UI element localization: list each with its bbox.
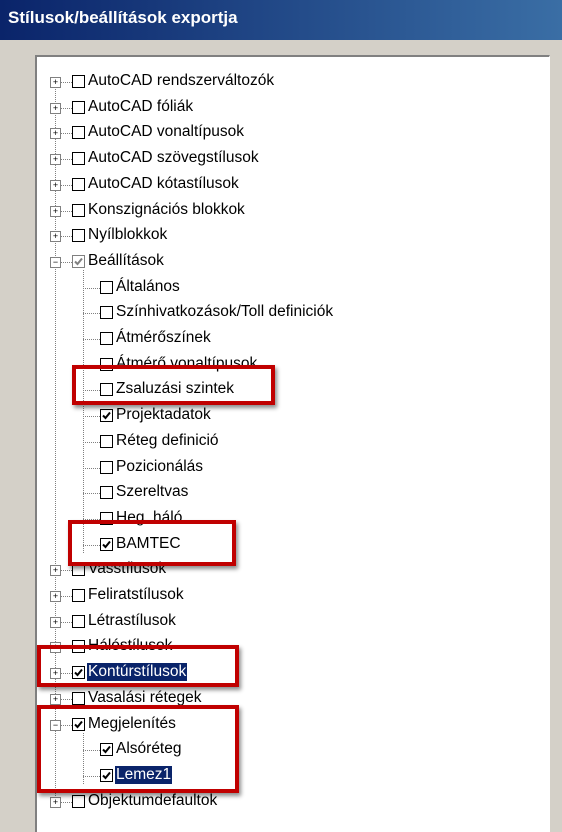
- tree-item-label: Réteg definició: [116, 431, 219, 449]
- checkbox[interactable]: [72, 203, 85, 217]
- tree-item-label: Projektadatok: [116, 406, 211, 424]
- checkbox-checked[interactable]: [100, 409, 113, 423]
- checkbox[interactable]: [100, 280, 113, 294]
- checkbox[interactable]: [100, 460, 113, 474]
- tree-line: [83, 416, 100, 418]
- expand-icon[interactable]: +: [50, 693, 61, 705]
- highlight-box: [72, 365, 275, 405]
- expand-icon[interactable]: +: [50, 179, 61, 191]
- tree-line: [83, 339, 100, 340]
- expand-icon[interactable]: +: [50, 77, 61, 88]
- checkbox-checked[interactable]: [72, 254, 85, 268]
- tree-item-label: Objektumdefaultok: [88, 791, 218, 809]
- collapse-icon[interactable]: −: [50, 256, 61, 268]
- tree-item-label: Szereltvas: [116, 483, 189, 501]
- checkbox[interactable]: [100, 332, 113, 345]
- checkbox[interactable]: [72, 691, 85, 705]
- tree-item-label: Konszignációs blokkok: [88, 200, 245, 218]
- expand-icon[interactable]: +: [50, 796, 61, 808]
- highlight-box: [37, 705, 239, 793]
- tree-item-label: Beállítások: [88, 251, 164, 269]
- tree-item-label: Feliratstílusok: [88, 586, 184, 603]
- expand-icon[interactable]: +: [50, 616, 61, 628]
- tree-item-label: Létrastílusok: [88, 611, 176, 629]
- tree-line: [83, 269, 84, 553]
- title-bar: Stílusok/beállítások exportja: [0, 0, 562, 40]
- expand-icon[interactable]: +: [50, 205, 61, 217]
- checkbox[interactable]: [100, 434, 113, 448]
- tree-item-label: AutoCAD szövegstílusok: [88, 149, 259, 167]
- tree-line: [83, 313, 100, 315]
- tree-item-label: AutoCAD fóliák: [88, 97, 194, 115]
- expand-icon[interactable]: +: [50, 128, 61, 140]
- tree-line: [83, 467, 100, 469]
- expand-icon[interactable]: +: [50, 591, 61, 602]
- checkbox[interactable]: [72, 100, 85, 114]
- tree-item-label: AutoCAD vonaltípusok: [88, 123, 244, 141]
- tree-item-label: AutoCAD rendszerváltozók: [88, 72, 275, 89]
- tree-line: [83, 441, 100, 443]
- highlight-box: [37, 645, 239, 687]
- checkbox[interactable]: [100, 486, 113, 500]
- highlight-box: [68, 520, 236, 566]
- tree-item-label: Pozicionálás: [116, 457, 204, 475]
- expand-icon[interactable]: +: [50, 231, 61, 243]
- checkbox[interactable]: [72, 794, 85, 808]
- tree-item-label: AutoCAD kótastílusok: [88, 174, 239, 192]
- expand-icon[interactable]: +: [50, 154, 61, 166]
- checkbox[interactable]: [72, 75, 85, 88]
- window-title: Stílusok/beállítások exportja: [8, 8, 238, 27]
- expand-icon[interactable]: +: [50, 102, 61, 114]
- checkbox[interactable]: [72, 126, 85, 140]
- checkbox[interactable]: [72, 614, 85, 628]
- tree-item-label: Színhivatkozások/Toll definiciók: [116, 303, 334, 321]
- tree-item-label: Átmérőszínek: [116, 329, 211, 346]
- tree-line: [83, 287, 100, 289]
- tree-line: [83, 493, 100, 495]
- checkbox[interactable]: [100, 306, 113, 320]
- tree-item-label: Általános: [116, 277, 180, 295]
- checkbox[interactable]: [72, 589, 85, 602]
- checkbox[interactable]: [72, 152, 85, 166]
- expand-icon[interactable]: +: [50, 565, 61, 577]
- checkbox[interactable]: [72, 229, 85, 243]
- checkbox[interactable]: [72, 177, 85, 191]
- tree-item-label: Nyílblokkok: [88, 226, 168, 244]
